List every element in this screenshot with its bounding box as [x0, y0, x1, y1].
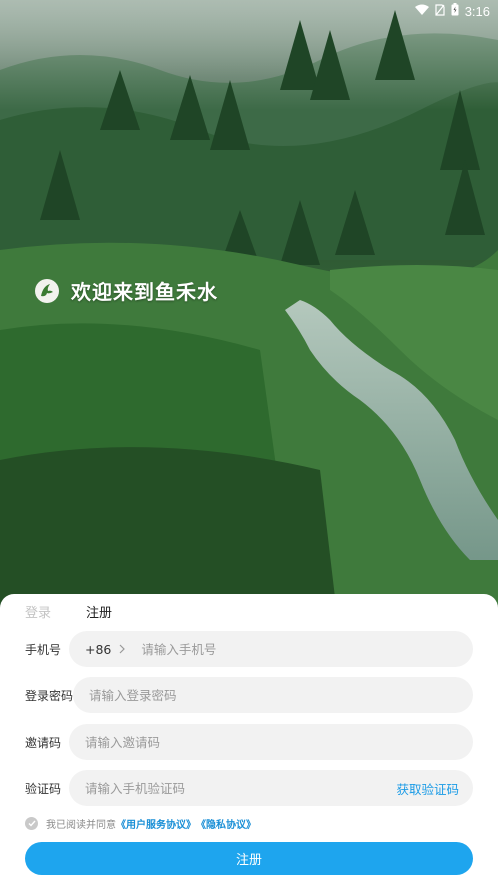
invite-row: 邀请码 [25, 724, 473, 760]
agreement-row: 我已阅读并同意 《用户服务协议》 《隐私协议》 [25, 816, 256, 831]
verify-code-label: 验证码 [25, 781, 62, 796]
welcome-banner: 欢迎来到鱼禾水 [35, 276, 218, 305]
status-time: 3:16 [464, 3, 490, 19]
status-bar: 3:16 [0, 0, 498, 22]
country-code: +86 [85, 641, 112, 657]
password-input[interactable] [89, 687, 459, 703]
tab-register[interactable]: 注册 [86, 602, 112, 621]
privacy-policy-link[interactable]: 《隐私协议》 [196, 816, 256, 831]
fish-logo-icon [35, 278, 59, 303]
verify-code-row: 验证码 获取验证码 [25, 770, 473, 806]
auth-sheet: 登录 注册 手机号 +86 登录密码 邀请码 验证码 获取验证码 [0, 594, 498, 887]
register-button[interactable]: 注册 [25, 842, 473, 875]
no-sim-icon [435, 3, 445, 19]
phone-row: 手机号 +86 [25, 631, 473, 667]
invite-label: 邀请码 [25, 735, 62, 750]
agreement-checkbox[interactable] [25, 817, 38, 830]
password-label: 登录密码 [25, 688, 74, 703]
invite-field [69, 724, 473, 760]
agreement-text: 我已阅读并同意 [46, 820, 116, 831]
verify-code-input[interactable] [85, 780, 397, 796]
country-code-selector[interactable]: +86 [85, 641, 126, 657]
auth-tabs: 登录 注册 [25, 602, 112, 621]
welcome-title: 欢迎来到鱼禾水 [71, 280, 218, 304]
phone-field: +86 [69, 631, 473, 667]
tab-login[interactable]: 登录 [25, 602, 51, 621]
user-agreement-link[interactable]: 《用户服务协议》 [116, 816, 196, 831]
wifi-icon [414, 4, 429, 19]
invite-code-input[interactable] [85, 734, 459, 750]
verify-code-field: 获取验证码 [69, 770, 473, 806]
battery-icon [451, 3, 459, 19]
get-code-button[interactable]: 获取验证码 [396, 779, 459, 798]
phone-input[interactable] [141, 641, 459, 657]
password-row: 登录密码 [25, 677, 473, 713]
background-landscape [0, 0, 498, 640]
phone-label: 手机号 [25, 642, 62, 657]
chevron-right-icon [119, 642, 126, 657]
password-field [73, 677, 473, 713]
